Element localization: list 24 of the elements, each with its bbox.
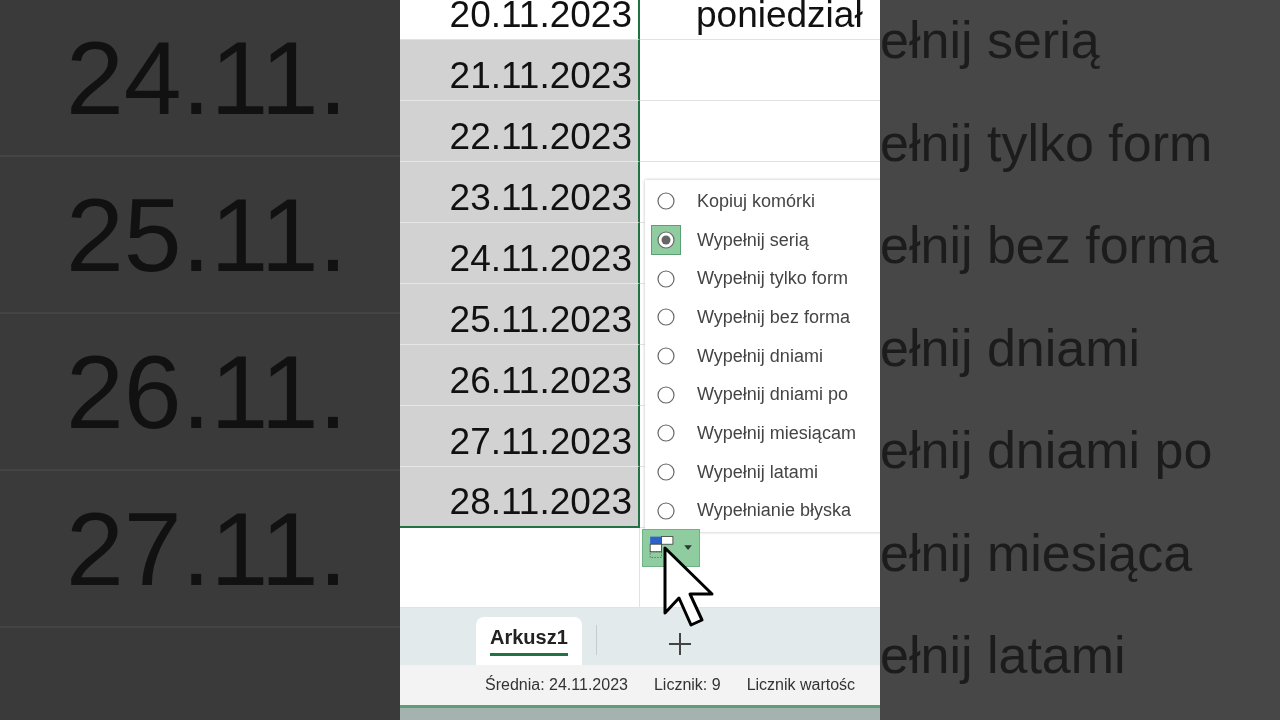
- date-cell: 22.11.2023: [400, 101, 640, 162]
- status-text: Średnia: 24.11.2023: [485, 676, 628, 694]
- status-text: Licznik wartośc: [746, 676, 856, 694]
- menu-option[interactable]: Wypełnij miesiącam: [645, 414, 880, 453]
- date-cell: 24.11.2023: [400, 223, 640, 284]
- date-cell: 20.11.2023: [400, 0, 640, 40]
- menu-option[interactable]: Wypełnij dniami: [645, 336, 880, 376]
- date-cell: 25.11.2023: [400, 284, 640, 345]
- day-cell: poniedział: [696, 0, 863, 33]
- menu-option[interactable]: Wypełnij dniami po: [645, 375, 880, 415]
- status-text: Licznik: 9: [653, 676, 721, 694]
- date-cell: 27.11.2023: [400, 406, 640, 467]
- date-cell: 21.11.2023: [400, 40, 640, 101]
- menu-option[interactable]: Wypełnianie błyska: [645, 491, 880, 531]
- radio-button[interactable]: [651, 225, 681, 256]
- add-sheet-icon[interactable]: [666, 631, 693, 657]
- sheet-tab[interactable]: Arkusz1: [476, 617, 582, 665]
- date-cell: 23.11.2023: [400, 162, 640, 223]
- date-cell: 26.11.2023: [400, 345, 640, 406]
- date-cell: 28.11.2023: [400, 467, 640, 528]
- menu-option[interactable]: Kopiuj komórki: [645, 182, 880, 221]
- menu-option[interactable]: Wypełnij tylko form: [645, 259, 880, 299]
- menu-option[interactable]: Wypełnij bez forma: [645, 298, 880, 337]
- menu-option[interactable]: Wypełnij latami: [645, 452, 880, 492]
